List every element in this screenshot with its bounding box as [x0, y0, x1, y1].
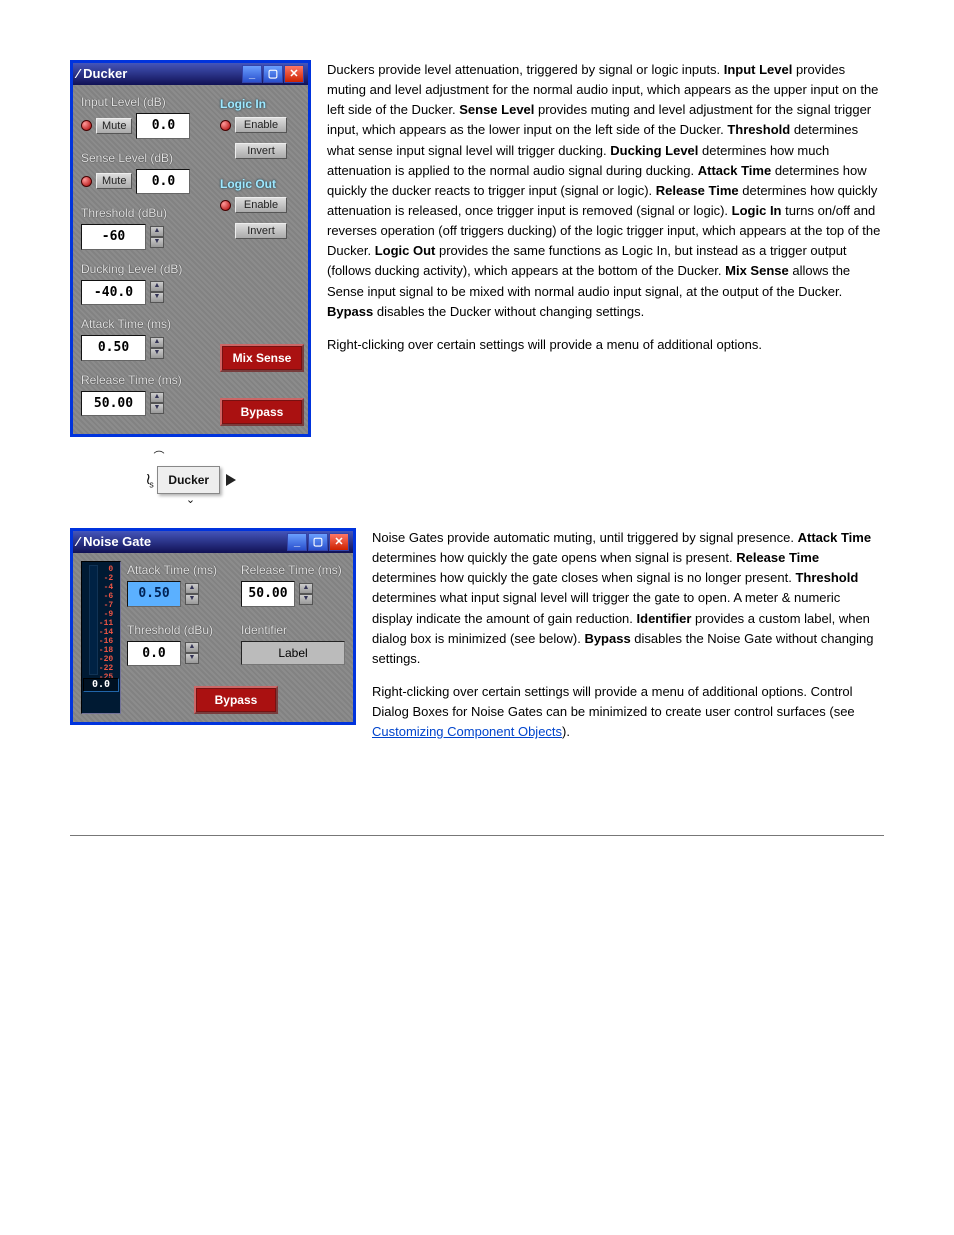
meter-tick: -7 — [99, 601, 113, 610]
gain-reduction-meter: 0-2-4-6-7-9-11-14-16-18-20-22-25 0.0 — [81, 561, 121, 714]
noise-gate-titlebar[interactable]: ⁄ Noise Gate _ ▢ ✕ — [73, 531, 353, 553]
ng-attack-spinner[interactable]: ▲▼ — [185, 583, 199, 605]
threshold-label: Threshold (dBu) — [81, 204, 214, 222]
input-level-value[interactable]: 0.0 — [136, 113, 190, 139]
meter-tick: -14 — [99, 628, 113, 637]
ng-threshold-label: Threshold (dBu) — [127, 621, 231, 639]
input-mute-button[interactable]: Mute — [96, 118, 132, 134]
meter-tick: -18 — [99, 646, 113, 655]
ducker-bypass-button[interactable]: Bypass — [220, 398, 304, 426]
logic-in-header: Logic In — [220, 95, 300, 113]
attack-time-spinner[interactable]: ▲▼ — [150, 337, 164, 359]
attack-time-value[interactable]: 0.50 — [81, 335, 146, 361]
meter-tick: -20 — [99, 655, 113, 664]
minimize-button[interactable]: _ — [242, 65, 262, 83]
sense-mute-button[interactable]: Mute — [96, 173, 132, 189]
ng-threshold-value[interactable]: 0.0 — [127, 641, 181, 667]
close-button[interactable]: ✕ — [329, 533, 349, 551]
threshold-spinner[interactable]: ▲▼ — [150, 226, 164, 248]
close-button[interactable]: ✕ — [284, 65, 304, 83]
arrow-right-icon — [226, 474, 236, 486]
logicin-invert-button[interactable]: Invert — [235, 143, 287, 159]
ng-release-spinner[interactable]: ▲▼ — [299, 583, 313, 605]
customizing-link[interactable]: Customizing Component Objects — [372, 724, 562, 739]
input-level-label: Input Level (dB) — [81, 93, 214, 111]
app-icon: ⁄ — [77, 532, 79, 552]
app-icon: ⁄ — [77, 64, 79, 84]
meter-tick: -4 — [99, 583, 113, 592]
ng-release-label: Release Time (ms) — [241, 561, 345, 579]
maximize-button[interactable]: ▢ — [308, 533, 328, 551]
ducking-level-spinner[interactable]: ▲▼ — [150, 281, 164, 303]
meter-tick: -16 — [99, 637, 113, 646]
ng-release-value[interactable]: 50.00 — [241, 581, 295, 607]
noise-gate-dialog: ⁄ Noise Gate _ ▢ ✕ 0-2-4-6-7-9-11-14-16-… — [70, 528, 356, 725]
ducker-titlebar[interactable]: ⁄ Ducker _ ▢ ✕ — [73, 63, 308, 85]
logicout-enable-button[interactable]: Enable — [235, 197, 287, 213]
ducker-dialog: ⁄ Ducker _ ▢ ✕ Input Level (dB) Mute 0.0… — [70, 60, 311, 437]
sense-led-icon — [81, 176, 92, 187]
noise-gate-description: Noise Gates provide automatic muting, un… — [372, 528, 884, 755]
sense-level-label: Sense Level (dB) — [81, 149, 214, 167]
ducker-description: Duckers provide level attenuation, trigg… — [327, 60, 884, 508]
ducker-block-icon: ⌒ ≀s Ducker ⌄ — [136, 449, 246, 508]
logicout-enable-led-icon — [220, 200, 231, 211]
sense-level-value[interactable]: 0.0 — [136, 169, 190, 195]
minimize-button[interactable]: _ — [287, 533, 307, 551]
ng-attack-label: Attack Time (ms) — [127, 561, 231, 579]
release-time-value[interactable]: 50.00 — [81, 391, 146, 417]
input-led-icon — [81, 120, 92, 131]
logicout-invert-button[interactable]: Invert — [235, 223, 287, 239]
ducking-level-label: Ducking Level (dB) — [81, 260, 214, 278]
logicin-enable-button[interactable]: Enable — [235, 117, 287, 133]
ng-identifier-label: Identifier — [241, 621, 345, 639]
logic-out-header: Logic Out — [220, 175, 300, 193]
ng-bypass-button[interactable]: Bypass — [194, 686, 278, 714]
ducker-note: Right-clicking over certain settings wil… — [327, 335, 884, 355]
ducking-level-value[interactable]: -40.0 — [81, 280, 146, 306]
maximize-button[interactable]: ▢ — [263, 65, 283, 83]
ng-identifier-value[interactable]: Label — [241, 641, 345, 665]
attack-time-label: Attack Time (ms) — [81, 315, 214, 333]
ducker-title: Ducker — [83, 64, 127, 84]
ducker-block-label: Ducker — [157, 466, 220, 494]
meter-tick: -9 — [99, 610, 113, 619]
release-time-label: Release Time (ms) — [81, 371, 214, 389]
meter-tick: -2 — [99, 574, 113, 583]
mix-sense-button[interactable]: Mix Sense — [220, 344, 304, 372]
meter-tick: -6 — [99, 592, 113, 601]
meter-tick: 0 — [99, 565, 113, 574]
logicin-enable-led-icon — [220, 120, 231, 131]
meter-tick: -11 — [99, 619, 113, 628]
threshold-value[interactable]: -60 — [81, 224, 146, 250]
meter-tick: -22 — [99, 664, 113, 673]
meter-readout: 0.0 — [83, 678, 119, 692]
ng-attack-value[interactable]: 0.50 — [127, 581, 181, 607]
noise-gate-title: Noise Gate — [83, 532, 151, 552]
ng-threshold-spinner[interactable]: ▲▼ — [185, 642, 199, 664]
footer-rule — [70, 835, 884, 836]
release-time-spinner[interactable]: ▲▼ — [150, 392, 164, 414]
